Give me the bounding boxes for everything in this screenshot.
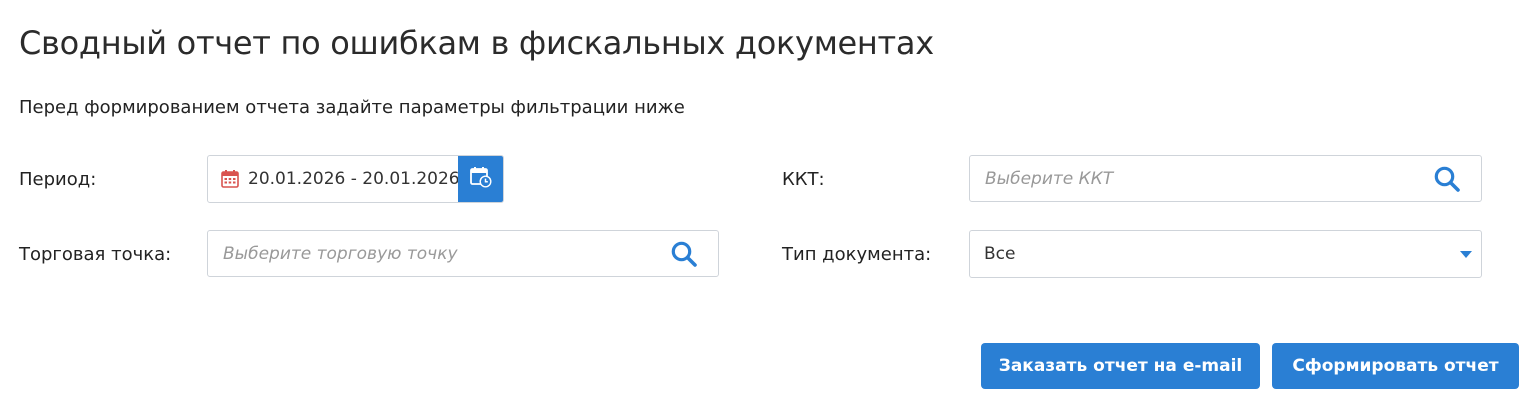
search-icon[interactable] bbox=[1433, 165, 1461, 193]
period-label: Период: bbox=[19, 169, 97, 190]
doc-type-select[interactable]: Все bbox=[969, 230, 1482, 278]
kkt-search-input[interactable]: Выберите ККТ bbox=[969, 155, 1482, 202]
generate-report-button[interactable]: Сформировать отчет bbox=[1272, 343, 1519, 389]
search-icon[interactable] bbox=[670, 240, 698, 268]
kkt-label: ККТ: bbox=[782, 169, 825, 190]
store-label: Торговая точка: bbox=[19, 244, 172, 265]
chevron-down-icon[interactable] bbox=[1460, 250, 1472, 258]
period-value: 20.01.2026 - 20.01.2026 bbox=[248, 169, 460, 189]
report-filter-page: Сводный отчет по ошибкам в фискальных до… bbox=[0, 0, 1534, 400]
date-picker-button[interactable] bbox=[458, 156, 503, 202]
doc-type-label: Тип документа: bbox=[782, 244, 932, 265]
store-search-input[interactable]: Выберите торговую точку bbox=[207, 230, 719, 277]
page-title: Сводный отчет по ошибкам в фискальных до… bbox=[19, 24, 934, 62]
page-subtitle: Перед формированием отчета задайте парам… bbox=[19, 97, 685, 118]
order-email-report-button[interactable]: Заказать отчет на e-mail bbox=[981, 343, 1260, 389]
kkt-placeholder: Выберите ККТ bbox=[985, 168, 1114, 189]
calendar-clock-icon bbox=[469, 165, 493, 193]
doc-type-selected: Все bbox=[984, 244, 1016, 264]
store-placeholder: Выберите торговую точку bbox=[223, 243, 458, 264]
period-date-range-field[interactable]: 20.01.2026 - 20.01.2026 bbox=[207, 155, 504, 203]
calendar-icon bbox=[220, 169, 240, 189]
